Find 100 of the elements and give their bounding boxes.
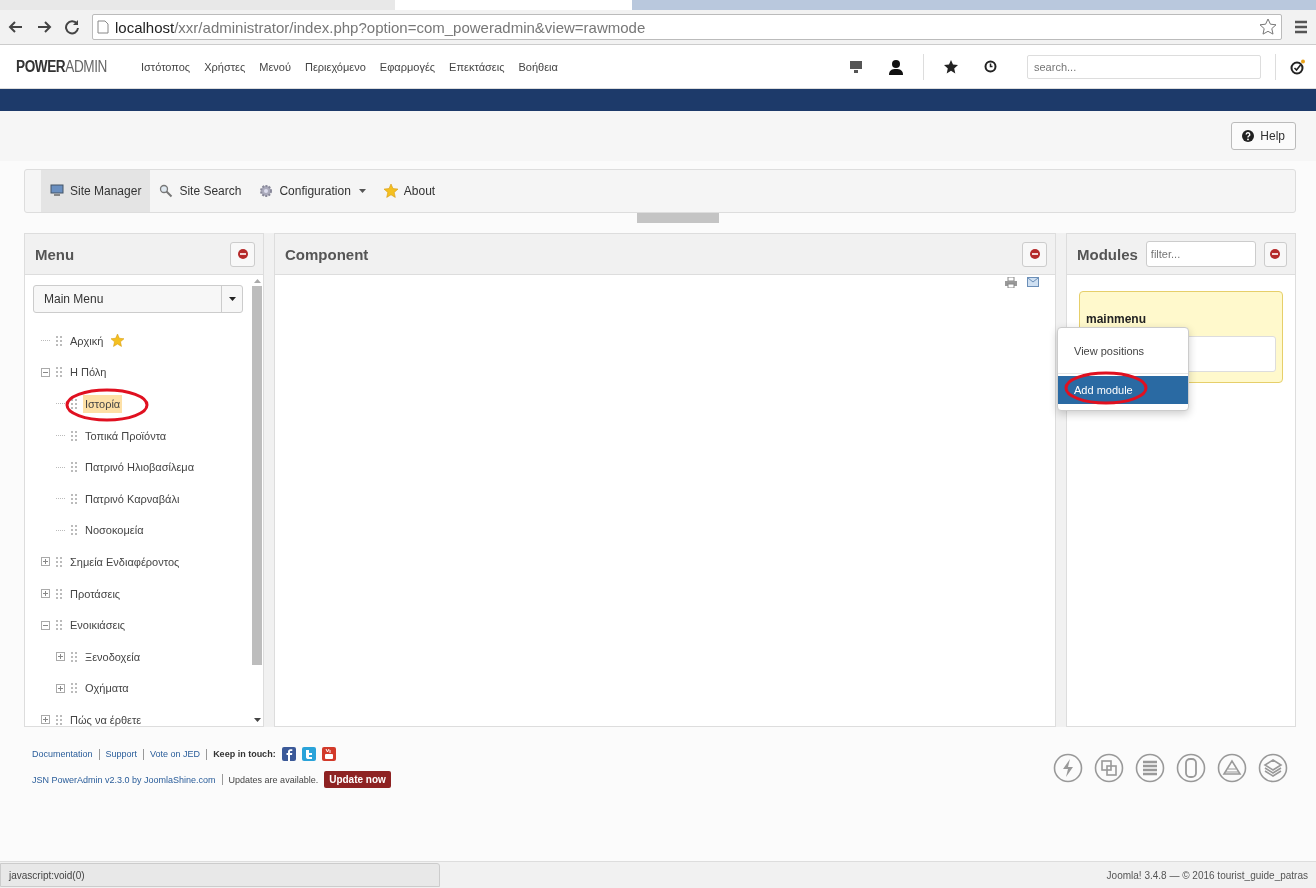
monitor-icon[interactable]	[849, 59, 863, 74]
nav-menu-item[interactable]: Βοήθεια	[518, 60, 558, 73]
question-icon	[1242, 130, 1255, 142]
page-icon	[97, 20, 109, 34]
drag-handle-icon	[71, 430, 77, 441]
tree-item[interactable]: Ξενοδοχεία	[83, 647, 143, 666]
tree-item[interactable]: Πατρινό Ηλιοβασίλεμα	[83, 458, 197, 477]
tree-item[interactable]: Ιστορία	[83, 395, 123, 413]
nav-menu-item[interactable]: Μενού	[259, 60, 291, 73]
forward-icon[interactable]	[36, 19, 52, 35]
layers-icon[interactable]	[1258, 752, 1288, 783]
tree-item[interactable]: Σημεία Ενδιαφέροντος	[68, 552, 182, 571]
drag-handle-icon	[56, 556, 62, 567]
email-icon[interactable]	[1027, 277, 1039, 287]
youtube-icon[interactable]	[321, 747, 336, 761]
search-field[interactable]: search...	[1027, 54, 1261, 79]
caret-icon	[228, 297, 236, 301]
panel-title: Menu	[35, 245, 75, 263]
panel-title: Component	[285, 245, 369, 263]
submenu-tab[interactable]: Site Search	[150, 170, 251, 212]
twitter-icon[interactable]	[301, 747, 316, 761]
collapse-button[interactable]	[1022, 241, 1047, 267]
star-icon[interactable]	[944, 59, 958, 74]
menu-select[interactable]: Main Menu	[33, 285, 243, 313]
footer-link[interactable]: Documentation	[32, 749, 93, 759]
submenu-tab[interactable]: Site Manager	[41, 170, 151, 212]
tree-item[interactable]: Πατρινό Καρναβάλι	[83, 489, 182, 508]
menu-icon[interactable]	[1294, 20, 1308, 34]
caret-icon	[358, 189, 366, 193]
tree-item[interactable]: Οχήματα	[83, 679, 131, 698]
bolt-icon[interactable]	[1053, 752, 1083, 783]
drag-handle-icon	[56, 620, 62, 631]
submenu-tab[interactable]: Configuration	[250, 170, 375, 212]
drag-handle-icon	[71, 462, 77, 473]
minus-circle-icon	[1270, 249, 1281, 259]
gear-icon	[259, 184, 274, 198]
tree-item[interactable]: Ενοικιάσεις	[68, 616, 128, 635]
tree-item[interactable]: Πώς να έρθετε	[68, 710, 144, 726]
tree-item[interactable]: Προτάσεις	[68, 584, 123, 603]
nav-menu-item[interactable]: Εφαρμογές	[379, 60, 436, 73]
context-menu-item[interactable]: View positions	[1058, 334, 1188, 367]
drag-handle-icon	[56, 367, 62, 378]
nav-menu-item[interactable]: Επεκτάσεις	[449, 60, 505, 73]
url-text: localhost/xxr/administrator/index.php?option=com_poweradmin&view=rawmode	[115, 18, 646, 36]
user-icon[interactable]	[889, 58, 903, 75]
reload-icon[interactable]	[64, 19, 80, 35]
pyramid-icon[interactable]	[1217, 752, 1247, 783]
footer-link[interactable]: Vote on JED	[150, 749, 201, 759]
panel-title: Modules	[1077, 245, 1138, 263]
back-icon[interactable]	[8, 19, 24, 35]
drag-handle-icon	[56, 588, 62, 599]
drag-handle-icon	[71, 525, 77, 536]
scroll-up-icon	[253, 279, 261, 283]
printer-icon[interactable]	[1005, 277, 1017, 288]
collapse-button[interactable]	[230, 241, 255, 267]
update-button[interactable]: Update now	[324, 771, 391, 788]
monitor-icon	[50, 184, 64, 198]
stacked-bars-icon[interactable]	[1135, 752, 1165, 783]
magnifier-icon	[159, 184, 174, 198]
nav-menu-item[interactable]: Χρήστες	[204, 60, 246, 73]
status-url: javascript:void(0)	[0, 863, 440, 887]
tree-item[interactable]: Η Πόλη	[68, 363, 109, 382]
plus-toggle-icon[interactable]	[41, 715, 50, 725]
scrollbar-thumb[interactable]	[252, 286, 262, 665]
minus-toggle-icon[interactable]	[41, 367, 50, 377]
plus-toggle-icon[interactable]	[41, 589, 50, 599]
minus-circle-icon	[237, 249, 248, 259]
minus-circle-icon	[1029, 249, 1040, 259]
submenu-tab[interactable]: About	[374, 170, 445, 212]
facebook-icon[interactable]	[281, 747, 296, 761]
plus-toggle-icon[interactable]	[56, 652, 65, 662]
footer-link[interactable]: Support	[105, 749, 138, 759]
tree-item[interactable]: Νοσοκομεία	[83, 521, 146, 540]
address-bar[interactable]: localhost/xxr/administrator/index.php?option=com_poweradmin&view=rawmode	[92, 14, 1282, 40]
star-icon	[383, 184, 398, 198]
drag-handle-icon	[71, 683, 77, 694]
logo-text: POWERADMIN	[16, 57, 107, 76]
collapse-button[interactable]	[1263, 241, 1287, 267]
check-circle-icon[interactable]	[1290, 58, 1306, 75]
drag-handle-icon	[56, 714, 62, 725]
clock-icon[interactable]	[984, 60, 997, 73]
help-button[interactable]: Help	[1231, 122, 1296, 150]
nav-menu-item[interactable]: Ιστότοπος	[141, 60, 191, 73]
version-text[interactable]: JSN PowerAdmin v2.3.0 by JoomlaShine.com	[32, 774, 216, 785]
plus-toggle-icon[interactable]	[41, 557, 50, 567]
drag-handle-icon	[71, 493, 77, 504]
phone-icon[interactable]	[1176, 752, 1206, 783]
tree-item[interactable]: Αρχική	[68, 331, 127, 351]
filter-field[interactable]: filter...	[1145, 241, 1256, 267]
nav-menu-item[interactable]: Περιεχόμενο	[304, 60, 366, 73]
splitter-handle[interactable]	[637, 213, 719, 223]
drag-handle-icon	[56, 335, 62, 346]
overlapping-squares-icon[interactable]	[1094, 752, 1124, 783]
tree-item[interactable]: Τοπικά Προϊόντα	[83, 426, 169, 445]
copyright-text: Joomla! 3.4.8 — © 2016 tourist_guide_patras	[1106, 869, 1309, 881]
drag-handle-icon	[71, 651, 77, 662]
update-notice: Updates are available.	[228, 774, 319, 785]
minus-toggle-icon[interactable]	[41, 620, 50, 630]
plus-toggle-icon[interactable]	[56, 683, 65, 693]
bookmark-star-icon[interactable]	[1259, 18, 1277, 36]
